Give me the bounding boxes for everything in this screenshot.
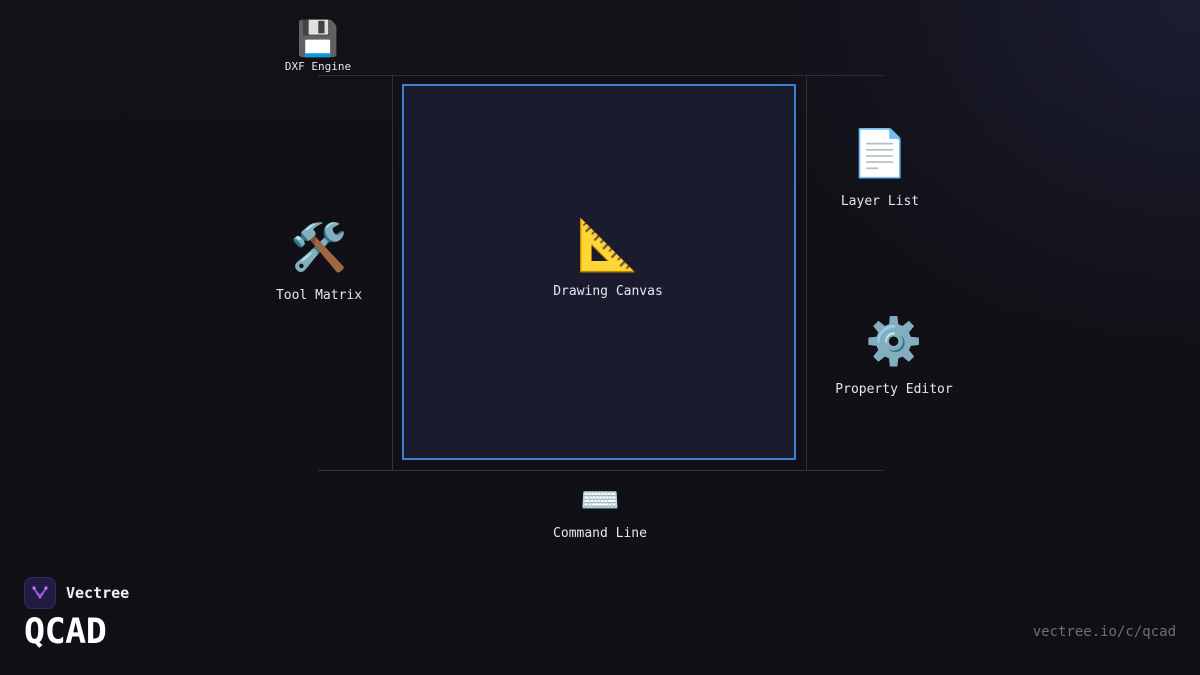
floppy-disk-icon: 💾 (296, 19, 340, 59)
dxf-engine-node: 💾 DXF Engine (285, 22, 351, 73)
command-line-node: ⌨️ Command Line (553, 484, 647, 541)
keyboard-icon: ⌨️ (580, 481, 620, 519)
property-editor-node: ⚙️ Property Editor (835, 318, 952, 397)
layer-list-node: 📄 Layer List (841, 130, 919, 209)
tool-matrix-node: 🛠️ Tool Matrix (276, 224, 362, 303)
vectree-logo-icon (24, 577, 56, 609)
layer-list-label: Layer List (840, 194, 920, 209)
drawing-canvas-node: 📐 Drawing Canvas (553, 220, 663, 299)
top-divider-line (318, 75, 883, 76)
brand: Vectree (24, 577, 129, 609)
app-title: QCAD (24, 612, 107, 652)
gear-icon: ⚙️ (865, 314, 923, 368)
footer-url[interactable]: vectree.io/c/qcad (1033, 624, 1176, 640)
command-line-label: Command Line (553, 526, 647, 541)
document-icon: 📄 (851, 126, 909, 180)
hammer-and-wrench-icon: 🛠️ (290, 220, 348, 274)
drawing-canvas-label: Drawing Canvas (553, 284, 663, 299)
right-divider-line (806, 75, 807, 471)
triangular-ruler-icon: 📐 (576, 216, 640, 274)
dxf-engine-label: DXF Engine (284, 60, 352, 73)
property-editor-label: Property Editor (835, 382, 953, 397)
left-divider-line (392, 75, 393, 471)
brand-name: Vectree (66, 584, 130, 602)
bottom-divider-line (318, 470, 883, 471)
tool-matrix-label: Tool Matrix (275, 288, 363, 303)
